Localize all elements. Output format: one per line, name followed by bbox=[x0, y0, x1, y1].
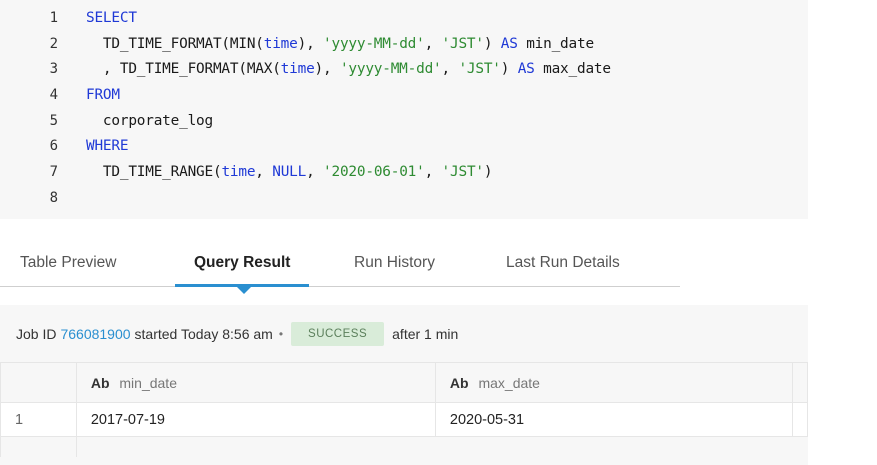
column-name: max_date bbox=[478, 374, 540, 391]
table-header-row: Ab min_date Ab max_date bbox=[0, 362, 809, 403]
line-number-gutter: 1 2 3 4 5 6 7 8 bbox=[0, 6, 72, 212]
sql-text: ), bbox=[314, 61, 340, 78]
sql-text: ), bbox=[297, 35, 324, 52]
row-number: 1 bbox=[0, 402, 77, 437]
line-number: 2 bbox=[49, 35, 58, 52]
table-cell[interactable]: 2020-05-31 bbox=[434, 402, 793, 437]
sql-keyword: SELECT bbox=[86, 10, 137, 26]
code-line[interactable]: , TD_TIME_FORMAT(MAX(time), 'yyyy-MM-dd'… bbox=[86, 57, 808, 83]
sql-keyword: WHERE bbox=[86, 138, 129, 155]
sql-text: , bbox=[424, 164, 442, 181]
column-header-max-date[interactable]: Ab max_date bbox=[434, 362, 793, 403]
sql-text: corporate_log bbox=[86, 112, 213, 129]
code-line[interactable]: TD_TIME_RANGE(time, NULL, '2020-06-01', … bbox=[86, 160, 808, 186]
line-number: 8 bbox=[49, 189, 58, 206]
column-header-min-date[interactable]: Ab min_date bbox=[75, 362, 436, 403]
sql-string: '2020-06-01' bbox=[323, 164, 425, 181]
sql-keyword: AS bbox=[500, 35, 518, 52]
sql-string: 'JST' bbox=[458, 61, 501, 78]
result-tabs: Table Preview Query Result Run History L… bbox=[0, 244, 680, 287]
line-number: 4 bbox=[49, 87, 58, 104]
tab-last-run-details[interactable]: Last Run Details bbox=[506, 254, 620, 272]
sql-keyword: time bbox=[221, 164, 256, 181]
sql-keyword: NULL bbox=[272, 164, 307, 181]
code-line[interactable]: TD_TIME_FORMAT(MIN(time), 'yyyy-MM-dd', … bbox=[86, 32, 808, 58]
code-line[interactable] bbox=[86, 186, 808, 212]
sql-text: TD_TIME_FORMAT(MIN( bbox=[86, 35, 264, 52]
sql-text: ) bbox=[500, 61, 518, 78]
line-number: 6 bbox=[49, 138, 58, 155]
sql-string: 'JST' bbox=[441, 35, 485, 52]
result-table: Ab min_date Ab max_date 1 2017-07-19 202… bbox=[0, 362, 809, 457]
sql-text: , bbox=[306, 164, 324, 181]
line-number: 1 bbox=[49, 10, 58, 26]
empty-cell bbox=[792, 436, 808, 457]
job-id-link[interactable]: 766081900 bbox=[60, 326, 130, 342]
line-number: 5 bbox=[49, 112, 58, 129]
empty-cell bbox=[76, 436, 436, 457]
code-line[interactable]: FROM bbox=[86, 83, 808, 109]
tab-table-preview[interactable]: Table Preview bbox=[20, 254, 117, 272]
sql-keyword: time bbox=[263, 35, 298, 52]
filler-cell bbox=[791, 402, 809, 437]
sql-string: 'yyyy-MM-dd' bbox=[339, 61, 442, 78]
filler-header bbox=[791, 362, 809, 403]
tab-query-result[interactable]: Query Result bbox=[194, 254, 290, 272]
sql-text: TD_TIME_RANGE( bbox=[86, 164, 222, 181]
code-area[interactable]: SELECT TD_TIME_FORMAT(MIN(time), 'yyyy-M… bbox=[86, 6, 808, 212]
sql-string: 'yyyy-MM-dd' bbox=[323, 35, 425, 52]
sql-text: ) bbox=[483, 164, 493, 181]
job-duration-text: after 1 min bbox=[392, 326, 459, 342]
sql-keyword: AS bbox=[517, 61, 535, 78]
line-number: 3 bbox=[49, 61, 58, 78]
string-type-icon: Ab bbox=[90, 374, 110, 391]
active-tab-caret-icon bbox=[237, 287, 251, 294]
empty-cell bbox=[435, 436, 793, 457]
code-line[interactable]: SELECT bbox=[86, 6, 808, 32]
tab-run-history[interactable]: Run History bbox=[354, 254, 435, 272]
separator-dot: • bbox=[278, 327, 284, 341]
table-cell[interactable]: 2017-07-19 bbox=[75, 402, 436, 437]
code-line[interactable]: corporate_log bbox=[86, 109, 808, 135]
job-id-label: Job ID bbox=[16, 326, 57, 342]
code-line[interactable]: WHERE bbox=[86, 134, 808, 160]
sql-text: max_date bbox=[534, 61, 611, 78]
query-result-panel: Job ID 766081900 started Today 8:56 am •… bbox=[0, 305, 809, 465]
status-badge: SUCCESS bbox=[291, 322, 385, 346]
sql-text: min_date bbox=[517, 35, 594, 52]
empty-row bbox=[0, 436, 808, 457]
sql-text: , bbox=[424, 35, 442, 52]
empty-cell bbox=[0, 436, 77, 457]
sql-string: 'JST' bbox=[441, 164, 485, 181]
sql-text: , bbox=[441, 61, 459, 78]
column-name: min_date bbox=[119, 374, 177, 391]
sql-text: , TD_TIME_FORMAT(MAX( bbox=[86, 61, 281, 78]
string-type-icon: Ab bbox=[449, 374, 469, 391]
sql-keyword: time bbox=[280, 61, 315, 78]
job-status-line: Job ID 766081900 started Today 8:56 am •… bbox=[16, 322, 458, 346]
row-number-header bbox=[0, 362, 77, 403]
line-number: 7 bbox=[49, 164, 58, 181]
sql-keyword: FROM bbox=[86, 87, 120, 104]
sql-text: ) bbox=[483, 35, 501, 52]
table-row[interactable]: 1 2017-07-19 2020-05-31 bbox=[0, 402, 809, 437]
sql-text: , bbox=[255, 164, 273, 181]
job-started-text: started Today 8:56 am bbox=[134, 326, 273, 342]
sql-editor[interactable]: 1 2 3 4 5 6 7 8 SELECT TD_TIME_FORMAT(MI… bbox=[0, 0, 808, 219]
